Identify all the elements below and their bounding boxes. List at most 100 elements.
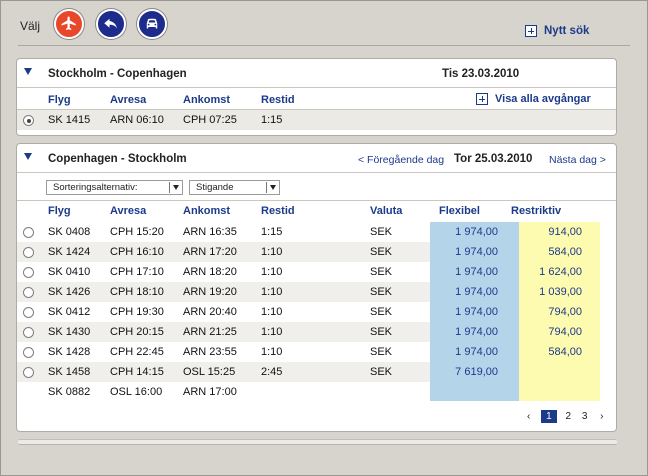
order-select-label: Stigande	[196, 182, 234, 193]
restricted-price[interactable]: 584,00	[548, 246, 582, 258]
flight-number: SK 1430	[48, 326, 91, 338]
arrive-time: ARN 20:40	[183, 306, 237, 318]
flexible-price[interactable]: 1 974,00	[455, 346, 498, 358]
show-all-departures-link[interactable]: Visa alla avgångar	[476, 93, 591, 106]
plane-mode-button[interactable]	[54, 9, 84, 39]
flight-radio[interactable]	[23, 367, 34, 378]
pager-prev[interactable]: ‹	[527, 411, 530, 422]
outbound-date: Tis 23.03.2010	[442, 68, 520, 80]
pager-page-3[interactable]: 3	[582, 411, 588, 422]
depart-time: CPH 14:15	[110, 366, 164, 378]
restricted-price[interactable]: 1 624,00	[539, 266, 582, 278]
flexible-price[interactable]: 1 974,00	[455, 306, 498, 318]
restricted-price[interactable]: 794,00	[548, 326, 582, 338]
sort-select-label: Sorteringsalternativ:	[53, 182, 138, 193]
col-arrive: Ankomst	[183, 94, 231, 106]
flight-radio[interactable]	[23, 347, 34, 358]
depart-time: CPH 20:15	[110, 326, 164, 338]
divider	[17, 200, 616, 201]
flexible-price[interactable]: 1 974,00	[455, 326, 498, 338]
flight-number: SK 0412	[48, 306, 91, 318]
depart-time: CPH 15:20	[110, 226, 164, 238]
flight-radio[interactable]	[23, 247, 34, 258]
new-search-link[interactable]: Nytt sök	[525, 25, 589, 37]
restricted-price[interactable]: 914,00	[548, 226, 582, 238]
arrive-time: CPH 07:25	[183, 114, 237, 126]
flight-radio[interactable]	[23, 287, 34, 298]
col-flight: Flyg	[48, 205, 71, 217]
collapse-triangle-icon[interactable]	[24, 153, 32, 160]
outbound-panel: Stockholm - Copenhagen Tis 23.03.2010 Fl…	[16, 58, 617, 136]
col-flexible: Flexibel	[439, 205, 480, 217]
flight-radio[interactable]	[23, 327, 34, 338]
flexible-price[interactable]: 1 974,00	[455, 226, 498, 238]
flight-number: SK 0882	[48, 386, 91, 398]
restricted-price[interactable]: 1 039,00	[539, 286, 582, 298]
pager-next[interactable]: ›	[600, 411, 603, 422]
arrive-time: ARN 19:20	[183, 286, 237, 298]
col-duration: Restid	[261, 94, 295, 106]
col-arrive: Ankomst	[183, 205, 231, 217]
car-mode-button[interactable]	[137, 9, 167, 39]
flight-radio[interactable]	[23, 307, 34, 318]
flight-radio[interactable]	[23, 267, 34, 278]
show-all-label: Visa alla avgångar	[495, 93, 591, 105]
flexible-price[interactable]: 1 974,00	[455, 246, 498, 258]
currency: SEK	[370, 286, 393, 298]
depart-time: CPH 17:10	[110, 266, 164, 278]
duration: 1:15	[261, 226, 283, 238]
depart-time: OSL 16:00	[110, 386, 163, 398]
plus-icon	[476, 93, 488, 106]
flight-radio[interactable]	[23, 227, 34, 238]
arrive-time: ARN 16:35	[183, 226, 237, 238]
arrive-time: ARN 17:00	[183, 386, 237, 398]
previous-day-link[interactable]: < Föregående dag	[358, 154, 444, 166]
duration: 1:10	[261, 306, 283, 318]
pager-page-2[interactable]: 2	[565, 411, 571, 422]
pager-page-1[interactable]: 1	[541, 410, 557, 423]
col-depart: Avresa	[110, 94, 147, 106]
flexible-price[interactable]: 1 974,00	[455, 286, 498, 298]
collapse-triangle-icon[interactable]	[24, 68, 32, 75]
restricted-price[interactable]: 584,00	[548, 346, 582, 358]
next-day-link[interactable]: Nästa dag >	[549, 154, 606, 166]
flight-number: SK 1424	[48, 246, 91, 258]
duration: 1:10	[261, 346, 283, 358]
flexible-price[interactable]: 1 974,00	[455, 266, 498, 278]
depart-time: CPH 22:45	[110, 346, 164, 358]
arrive-time: ARN 18:20	[183, 266, 237, 278]
sort-option-select[interactable]: Sorteringsalternativ:	[46, 180, 183, 195]
flight-number: SK 1426	[48, 286, 91, 298]
divider	[18, 45, 630, 46]
arrive-time: ARN 21:25	[183, 326, 237, 338]
return-panel: Copenhagen - Stockholm < Föregående dag …	[16, 143, 617, 432]
divider	[17, 87, 616, 88]
return-route: Copenhagen - Stockholm	[48, 153, 187, 165]
duration: 1:10	[261, 326, 283, 338]
flight-number: SK 1458	[48, 366, 91, 378]
chevron-down-icon	[173, 185, 179, 190]
sort-order-select[interactable]: Stigande	[189, 180, 280, 195]
divider	[17, 172, 616, 173]
pagination: ‹ 1 2 3 ›	[527, 410, 604, 423]
flight-number: SK 0410	[48, 266, 91, 278]
ferry-mode-button[interactable]	[96, 9, 126, 39]
new-search-label: Nytt sök	[544, 25, 590, 38]
depart-time: CPH 18:10	[110, 286, 164, 298]
col-flight: Flyg	[48, 94, 71, 106]
arrive-time: ARN 17:20	[183, 246, 237, 258]
restricted-price[interactable]: 794,00	[548, 306, 582, 318]
depart-time: CPH 16:10	[110, 246, 164, 258]
currency: SEK	[370, 326, 393, 338]
table-row[interactable]	[17, 110, 616, 130]
col-restricted: Restriktiv	[511, 205, 562, 217]
plus-icon	[525, 25, 537, 37]
flexible-price[interactable]: 7 619,00	[455, 366, 498, 378]
footer-bar	[18, 439, 617, 445]
flight-radio[interactable]	[23, 115, 34, 126]
car-icon	[146, 18, 158, 29]
choose-label: Välj	[20, 19, 41, 33]
col-duration: Restid	[261, 205, 295, 217]
col-currency: Valuta	[370, 205, 403, 217]
flight-number: SK 0408	[48, 226, 91, 238]
